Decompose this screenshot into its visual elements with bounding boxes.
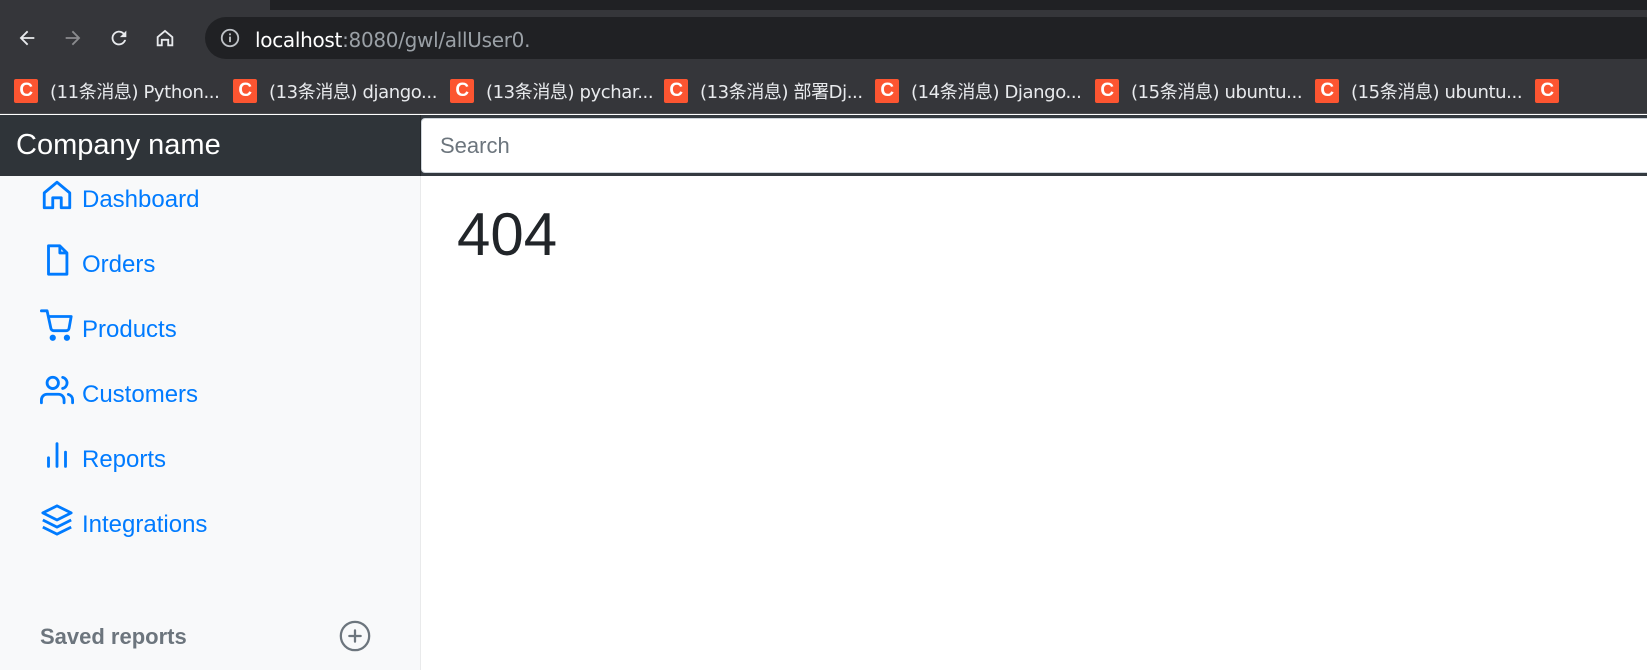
sidebar-item-label: Orders bbox=[82, 251, 156, 278]
csdn-c-icon: C bbox=[1095, 79, 1119, 103]
csdn-c-icon: C bbox=[233, 79, 257, 103]
bookmark-label: (15条消息) ubuntu... bbox=[1351, 82, 1523, 103]
bookmark-label: (13条消息) pychar... bbox=[486, 82, 654, 103]
bookmark-item[interactable]: C (14条消息) Django... bbox=[875, 76, 1082, 106]
sidebar-item-label: Integrations bbox=[82, 511, 208, 538]
sidebar-item-customers[interactable]: Customers bbox=[40, 373, 198, 407]
sidebar-item-integrations[interactable]: Integrations bbox=[40, 503, 207, 537]
plus-circle-icon[interactable] bbox=[338, 619, 372, 653]
sidebar-item-dashboard[interactable]: Dashboard bbox=[40, 178, 199, 212]
arrow-left-icon bbox=[19, 30, 35, 46]
top-navbar: Company name bbox=[0, 115, 1647, 176]
sidebar-item-label: Customers bbox=[82, 381, 199, 408]
browser-toolbar: localhost:8080/gwl/allUser0. bbox=[0, 10, 1647, 68]
csdn-c-icon: C bbox=[664, 79, 688, 103]
bookmark-item[interactable]: C (13条消息) pychar... bbox=[450, 76, 654, 106]
page-title: 404 bbox=[457, 201, 558, 268]
csdn-c-icon: C bbox=[1315, 79, 1339, 103]
bar-chart-icon bbox=[47, 442, 67, 468]
home-icon bbox=[42, 180, 72, 210]
back-button[interactable] bbox=[12, 23, 42, 53]
bookmark-item[interactable]: C (13条消息) 部署Dj... bbox=[664, 76, 863, 106]
reload-button[interactable] bbox=[104, 23, 134, 53]
saved-reports-heading: Saved reports bbox=[40, 624, 187, 649]
csdn-c-icon: C bbox=[450, 79, 474, 103]
sidebar-item-label: Dashboard bbox=[82, 186, 200, 213]
bookmark-item[interactable]: C (11条消息) Python... bbox=[14, 76, 220, 106]
info-icon[interactable] bbox=[219, 27, 241, 49]
shopping-cart-icon bbox=[40, 309, 73, 341]
file-icon bbox=[47, 244, 69, 276]
sidebar: Dashboard Orders Products Customers Repo… bbox=[0, 176, 421, 670]
bookmark-label: (15条消息) ubuntu... bbox=[1131, 82, 1303, 103]
address-bar[interactable]: localhost:8080/gwl/allUser0. bbox=[205, 17, 1647, 59]
bookmark-label: (13条消息) 部署Dj... bbox=[700, 82, 863, 103]
tab-strip bbox=[0, 0, 1647, 10]
sidebar-item-label: Products bbox=[82, 316, 177, 343]
bookmark-item[interactable]: C bbox=[1535, 76, 1571, 106]
home-icon bbox=[156, 29, 174, 47]
bookmark-label: (14条消息) Django... bbox=[911, 82, 1082, 103]
bookmark-item[interactable]: C (15条消息) ubuntu... bbox=[1315, 76, 1523, 106]
csdn-c-icon: C bbox=[1535, 79, 1559, 103]
csdn-c-icon: C bbox=[875, 79, 899, 103]
csdn-c-icon: C bbox=[14, 79, 38, 103]
bookmarks-bar: C (11条消息) Python... C (13条消息) django... C (… bbox=[0, 68, 1647, 114]
sidebar-item-reports[interactable]: Reports bbox=[40, 438, 166, 472]
url-text: localhost:8080/gwl/allUser0. bbox=[255, 28, 530, 52]
home-button[interactable] bbox=[150, 23, 180, 53]
forward-button[interactable] bbox=[58, 23, 88, 53]
arrow-right-icon bbox=[65, 30, 81, 46]
sidebar-item-orders[interactable]: Orders bbox=[40, 243, 155, 277]
bookmark-item[interactable]: C (15条消息) ubuntu... bbox=[1095, 76, 1303, 106]
sidebar-item-products[interactable]: Products bbox=[40, 308, 177, 342]
bookmark-label: (11条消息) Python... bbox=[50, 82, 220, 103]
url-host: localhost bbox=[255, 28, 343, 52]
bookmark-item[interactable]: C (13条消息) django... bbox=[233, 76, 437, 106]
users-icon bbox=[40, 375, 74, 405]
bookmark-label: (13条消息) django... bbox=[269, 82, 438, 103]
brand-link[interactable]: Company name bbox=[0, 115, 421, 176]
url-path: :8080/gwl/allUser0. bbox=[342, 28, 531, 52]
sidebar-item-label: Reports bbox=[82, 446, 167, 473]
reload-icon bbox=[111, 30, 127, 46]
search-input[interactable] bbox=[421, 118, 1647, 173]
layers-icon bbox=[41, 504, 73, 536]
